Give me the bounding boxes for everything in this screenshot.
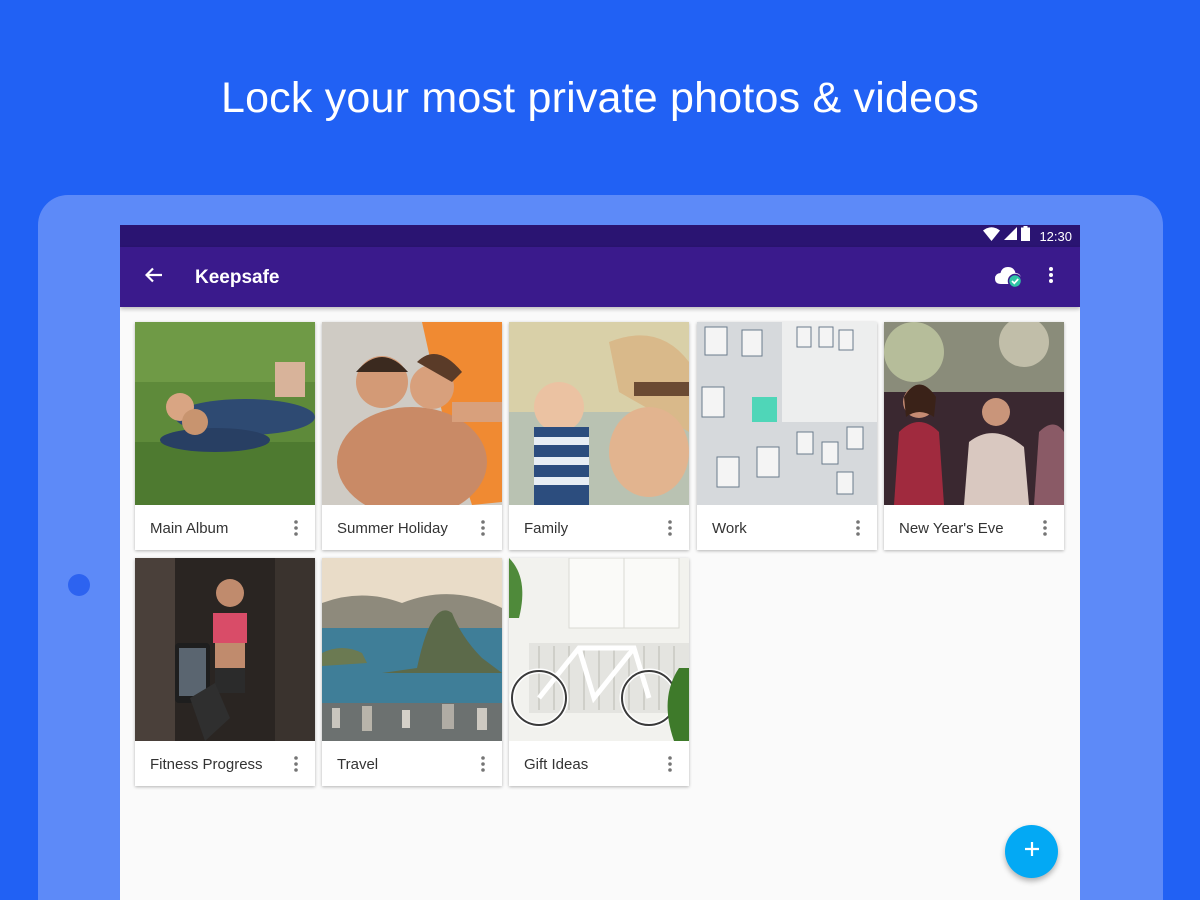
album-card-fitness-progress[interactable]: Fitness Progress — [135, 558, 315, 786]
album-label: Gift Ideas — [524, 756, 589, 773]
album-label: Summer Holiday — [337, 520, 448, 537]
sync-button[interactable] — [994, 264, 1024, 290]
plus-icon — [1024, 841, 1040, 862]
album-card-travel[interactable]: Travel — [322, 558, 502, 786]
back-button[interactable] — [138, 261, 170, 293]
album-thumbnail — [509, 558, 689, 741]
album-more-icon[interactable] — [474, 517, 492, 539]
album-thumbnail — [884, 322, 1064, 505]
album-label: Work — [712, 520, 747, 537]
album-card-gift-ideas[interactable]: Gift Ideas — [509, 558, 689, 786]
album-more-icon[interactable] — [287, 517, 305, 539]
album-card-main-album[interactable]: Main Album — [135, 322, 315, 550]
album-thumbnail — [322, 322, 502, 505]
album-more-icon[interactable] — [849, 517, 867, 539]
status-time: 12:30 — [1039, 228, 1072, 244]
headline: Lock your most private photos & videos — [220, 74, 980, 122]
album-thumbnail — [322, 558, 502, 741]
status-bar: 12:30 — [120, 225, 1080, 247]
album-card-summer-holiday[interactable]: Summer Holiday — [322, 322, 502, 550]
album-more-icon[interactable] — [287, 753, 305, 775]
tablet-camera — [68, 574, 90, 596]
album-label: New Year's Eve — [899, 520, 1004, 537]
album-label: Main Album — [150, 520, 229, 537]
album-label: Travel — [337, 756, 379, 773]
battery-icon — [1021, 226, 1031, 246]
album-label: Fitness Progress — [150, 756, 263, 773]
cloud-check-icon — [994, 267, 1024, 294]
app-bar: Keepsafe — [120, 247, 1080, 307]
album-card-new-years-eve[interactable]: New Year's Eve — [884, 322, 1064, 550]
app-title: Keepsafe — [195, 267, 280, 288]
album-thumbnail — [135, 322, 315, 505]
overflow-menu-button[interactable] — [1036, 261, 1066, 293]
album-thumbnail — [697, 322, 877, 505]
arrow-back-icon — [144, 267, 163, 288]
more-vert-icon — [1048, 266, 1054, 289]
add-album-fab[interactable] — [1005, 825, 1058, 878]
album-thumbnail — [509, 322, 689, 505]
album-more-icon[interactable] — [474, 753, 492, 775]
signal-icon — [1004, 227, 1018, 245]
album-card-family[interactable]: Family — [509, 322, 689, 550]
album-more-icon[interactable] — [661, 517, 679, 539]
album-card-work[interactable]: Work — [697, 322, 877, 550]
album-thumbnail — [135, 558, 315, 741]
wifi-icon — [983, 226, 1001, 246]
album-label: Family — [524, 520, 569, 537]
album-more-icon[interactable] — [1036, 517, 1054, 539]
app-screen: 12:30 Keepsafe Main Album Summer Holiday… — [120, 225, 1080, 900]
album-more-icon[interactable] — [661, 753, 679, 775]
